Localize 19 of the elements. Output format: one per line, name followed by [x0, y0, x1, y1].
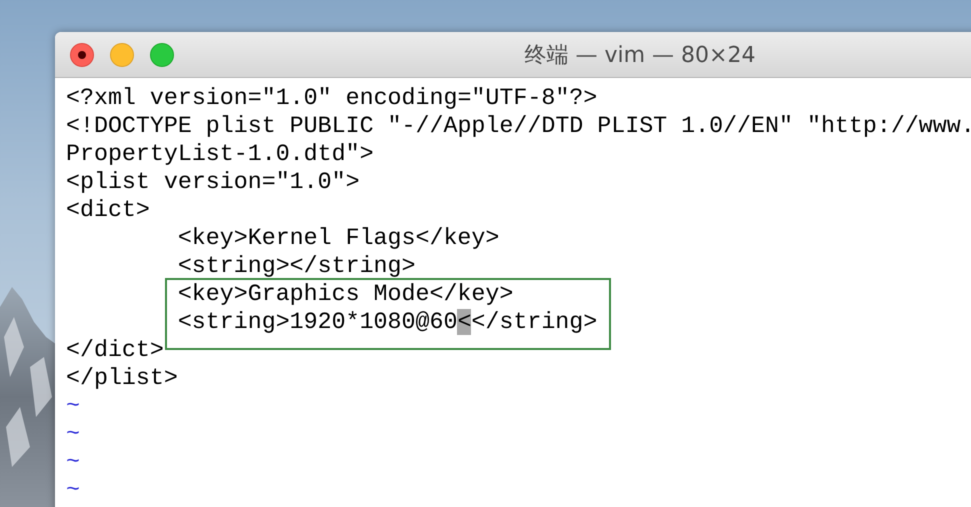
- code-line: <string></string>: [178, 253, 416, 279]
- code-line: <?xml version="1.0" encoding="UTF-8"?>: [66, 85, 598, 111]
- empty-line-marker: ~: [66, 449, 80, 475]
- code-line: <!DOCTYPE plist PUBLIC "-//Apple//DTD PLIST 1.0//EN" "http://www.: [66, 113, 971, 139]
- code-line: <plist version="1.0">: [66, 169, 360, 195]
- code-line: <key>Kernel Flags</key>: [178, 225, 500, 251]
- code-line: </dict>: [66, 337, 164, 363]
- close-button[interactable]: [70, 42, 94, 66]
- code-line: PropertyList-1.0.dtd">: [66, 141, 374, 167]
- empty-line-marker: ~: [66, 393, 80, 419]
- zoom-button[interactable]: [150, 42, 174, 66]
- code-line: <string>1920*1080@60<</string>: [178, 309, 598, 335]
- window-title: 终端 — vim — 80×24: [524, 42, 756, 70]
- code-line: <key>Graphics Mode</key>: [178, 281, 514, 307]
- code-line: </plist>: [66, 365, 178, 391]
- code-line: <dict>: [66, 197, 150, 223]
- empty-line-marker: ~: [66, 421, 80, 447]
- empty-line-marker: ~: [66, 477, 80, 503]
- minimize-button[interactable]: [110, 42, 134, 66]
